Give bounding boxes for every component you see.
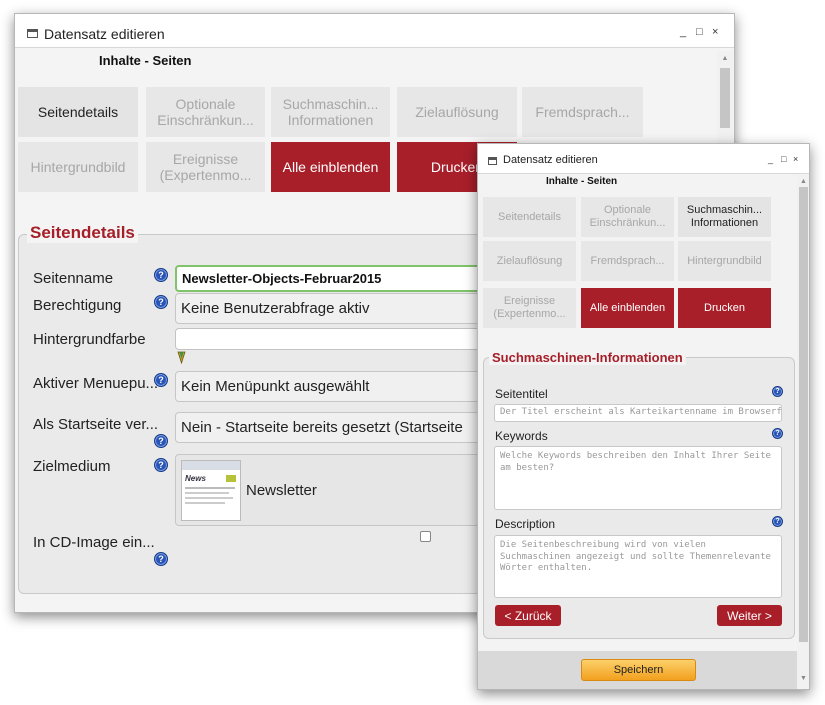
next-button[interactable]: Weiter > — [717, 605, 782, 626]
front-window-scrollbar[interactable]: ▲ ▼ — [797, 175, 809, 689]
tab-fremdsprachen[interactable]: Fremdsprach... — [522, 87, 643, 137]
cd-image-checkbox[interactable] — [420, 531, 431, 542]
description-textarea[interactable]: Die Seitenbeschreibung wird von vielen S… — [494, 535, 782, 598]
keywords-textarea[interactable]: Welche Keywords beschreiben den Inhalt I… — [494, 446, 782, 510]
tab-suchmaschinen-informationen[interactable]: Suchmaschin... Informationen — [678, 197, 771, 237]
close-button[interactable]: × — [712, 26, 718, 38]
help-icon[interactable]: ? — [154, 434, 168, 448]
tab-zielaufloesung[interactable]: Zielauflösung — [397, 87, 517, 137]
maximize-button[interactable]: □ — [696, 26, 703, 38]
print-button[interactable]: Drucken — [678, 288, 771, 328]
scroll-up-arrow[interactable]: ▲ — [797, 178, 809, 185]
zielmedium-value: Newsletter — [246, 482, 317, 499]
show-all-button[interactable]: Alle einblenden — [581, 288, 674, 328]
show-all-button[interactable]: Alle einblenden — [271, 142, 390, 192]
help-icon[interactable]: ? — [154, 373, 168, 387]
help-icon[interactable]: ? — [154, 295, 168, 309]
startseite-select[interactable]: Nein - Startseite bereits gesetzt (Start… — [175, 412, 505, 443]
back-window-titlebar: Datensatz editieren _ □ × — [15, 14, 734, 48]
tab-hintergrundbild[interactable]: Hintergrundbild — [18, 142, 138, 192]
seitentitel-input[interactable]: Der Titel erscheint als Karteikartenname… — [494, 404, 782, 422]
color-picker-icon[interactable] — [177, 351, 186, 364]
scroll-up-arrow[interactable]: ▲ — [717, 55, 733, 62]
hintergrundfarbe-input[interactable] — [175, 328, 505, 350]
label-cd-image: In CD-Image ein... — [33, 534, 155, 551]
help-icon[interactable]: ? — [772, 428, 783, 439]
tab-hintergrundbild[interactable]: Hintergrundbild — [678, 241, 771, 281]
tab-zielaufloesung[interactable]: Zielauflösung — [483, 241, 576, 281]
label-berechtigung: Berechtigung — [33, 297, 122, 314]
label-startseite: Als Startseite ver... — [33, 416, 159, 433]
tab-seitendetails[interactable]: Seitendetails — [18, 87, 138, 137]
tab-optionale-einschraenkungen[interactable]: Optionale Einschränkun... — [146, 87, 265, 137]
scroll-down-arrow[interactable]: ▼ — [797, 675, 809, 682]
front-window: Datensatz editieren _ □ × Inhalte - Seit… — [477, 143, 810, 690]
minimize-button[interactable]: _ — [768, 154, 773, 164]
maximize-button[interactable]: □ — [781, 154, 786, 164]
tab-ereignisse[interactable]: Ereignisse (Expertenmo... — [146, 142, 265, 192]
window-icon — [27, 29, 38, 38]
label-aktiver-menuepunkt: Aktiver Menuepu... — [33, 375, 159, 392]
seitenname-input[interactable]: Newsletter-Objects-Februar2015 — [175, 265, 505, 292]
scroll-thumb[interactable] — [720, 68, 730, 128]
tab-suchmaschinen-informationen[interactable]: Suchmaschin... Informationen — [271, 87, 390, 137]
front-window-title: Datensatz editieren — [503, 154, 598, 166]
aktiver-menuepunkt-select[interactable]: Kein Menüpunkt ausgewählt — [175, 371, 505, 402]
zielmedium-select[interactable]: News Newsletter — [175, 454, 505, 526]
back-window-title: Datensatz editieren — [44, 26, 165, 42]
back-button[interactable]: < Zurück — [495, 605, 561, 626]
section-title: Suchmaschinen-Informationen — [489, 350, 686, 365]
front-window-subtitle: Inhalte - Seiten — [546, 176, 618, 187]
label-seitentitel: Seitentitel — [495, 387, 548, 401]
tab-ereignisse[interactable]: Ereignisse (Expertenmo... — [483, 288, 576, 328]
label-seitenname: Seitenname — [33, 270, 114, 287]
help-icon[interactable]: ? — [154, 552, 168, 566]
save-button[interactable]: Speichern — [581, 659, 696, 681]
help-icon[interactable]: ? — [772, 516, 783, 527]
tab-optionale-einschraenkungen[interactable]: Optionale Einschränkun... — [581, 197, 674, 237]
label-zielmedium: Zielmedium — [33, 458, 111, 475]
thumbnail-text: News — [185, 474, 206, 483]
label-hintergrundfarbe: Hintergrundfarbe — [33, 331, 146, 348]
newsletter-thumbnail: News — [181, 460, 241, 521]
section-title: Seitendetails — [27, 223, 138, 243]
front-window-titlebar: Datensatz editieren _ □ × — [478, 144, 809, 174]
minimize-button[interactable]: _ — [680, 26, 686, 38]
berechtigung-select[interactable]: Keine Benutzerabfrage aktiv — [175, 293, 505, 324]
close-button[interactable]: × — [793, 154, 798, 164]
help-icon[interactable]: ? — [154, 268, 168, 282]
tab-seitendetails[interactable]: Seitendetails — [483, 197, 576, 237]
tab-fremdsprachen[interactable]: Fremdsprach... — [581, 241, 674, 281]
back-window-subtitle: Inhalte - Seiten — [99, 53, 192, 68]
label-description: Description — [495, 517, 556, 531]
label-keywords: Keywords — [495, 429, 548, 443]
help-icon[interactable]: ? — [772, 386, 783, 397]
window-icon — [488, 157, 497, 165]
scroll-thumb[interactable] — [799, 187, 808, 642]
help-icon[interactable]: ? — [154, 458, 168, 472]
